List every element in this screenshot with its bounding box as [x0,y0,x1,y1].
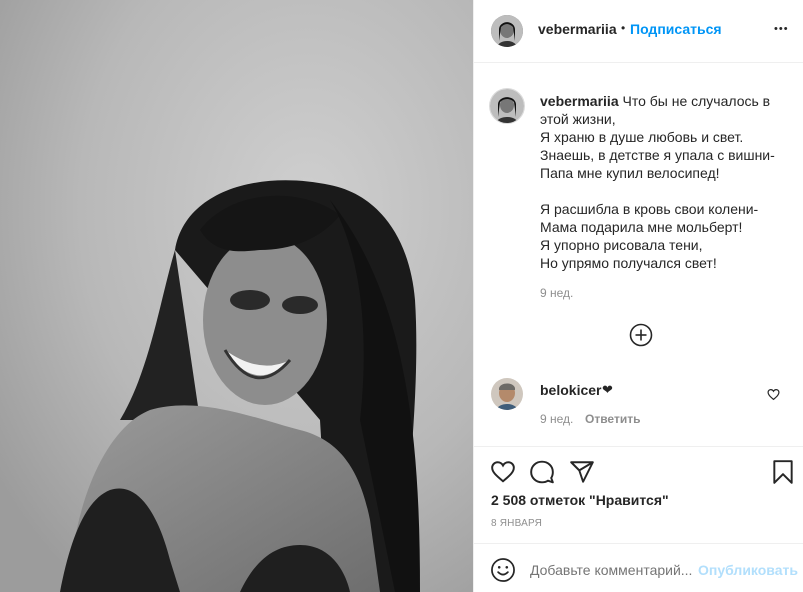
heart-icon[interactable] [490,459,516,490]
publish-button[interactable]: Опубликовать [698,562,798,578]
caption-line [540,182,790,200]
share-icon[interactable] [569,459,595,490]
comment-icon[interactable] [529,459,555,490]
bookmark-icon[interactable] [770,459,796,490]
follow-button[interactable]: Подписаться [630,21,722,37]
comment-item: belokicer ❤ 9 нед. Ответить [474,370,803,430]
commenter-avatar[interactable] [491,378,523,410]
caption-line: Папа мне купил велосипед! [540,165,720,181]
caption-line-0: Что бы не случалось в [622,93,771,109]
post-details-panel: vebermariia • Подписаться ••• vebermarii… [473,0,803,592]
photo-illustration [0,0,473,592]
caption-line: Я упорно рисовала тени, [540,237,703,253]
caption-line: Я расшибла в кровь свои колени- [540,201,759,217]
load-more-icon[interactable] [629,323,653,352]
caption-line: Мама подарила мне мольберт! [540,219,743,235]
commenter-username[interactable]: belokicer [540,382,601,398]
comment-timestamp[interactable]: 9 нед. [540,412,573,426]
actions-divider [474,446,803,447]
post-header: vebermariia • Подписаться ••• [474,0,803,63]
caption-line: этой жизни, [540,111,616,127]
comment-text: ❤ [602,382,613,397]
follow-dot: • [621,21,626,35]
commenter-avatar-image [491,378,523,410]
post-photo[interactable] [0,0,473,592]
caption-timestamp[interactable]: 9 нед. [540,286,790,300]
comment-input[interactable] [530,559,695,581]
avatar-image [491,15,523,47]
caption-username[interactable]: vebermariia [540,93,619,109]
caption-first-line: vebermariia Что бы не случалось в [540,92,790,110]
emoji-icon[interactable] [490,557,516,588]
post-date[interactable]: 8 ЯНВАРЯ [491,518,542,529]
more-icon[interactable]: ••• [774,23,789,35]
reply-button[interactable]: Ответить [585,412,640,426]
caption-avatar[interactable] [489,88,525,124]
likes-count[interactable]: 2 508 отметок "Нравится" [491,492,669,508]
caption-avatar-image [490,89,524,123]
caption-text: vebermariia Что бы не случалось в этой ж… [540,92,790,300]
comment-input-divider [474,543,803,544]
like-comment-icon[interactable] [767,388,780,406]
post-modal: vebermariia • Подписаться ••• vebermarii… [0,0,803,592]
caption-line: Я храню в душе любовь и свет. [540,129,744,145]
author-username[interactable]: vebermariia [538,21,617,37]
caption-line: Но упрямо получался свет! [540,255,717,271]
author-avatar[interactable] [491,15,523,47]
caption-line: Знаешь, в детстве я упала с вишни- [540,147,775,163]
